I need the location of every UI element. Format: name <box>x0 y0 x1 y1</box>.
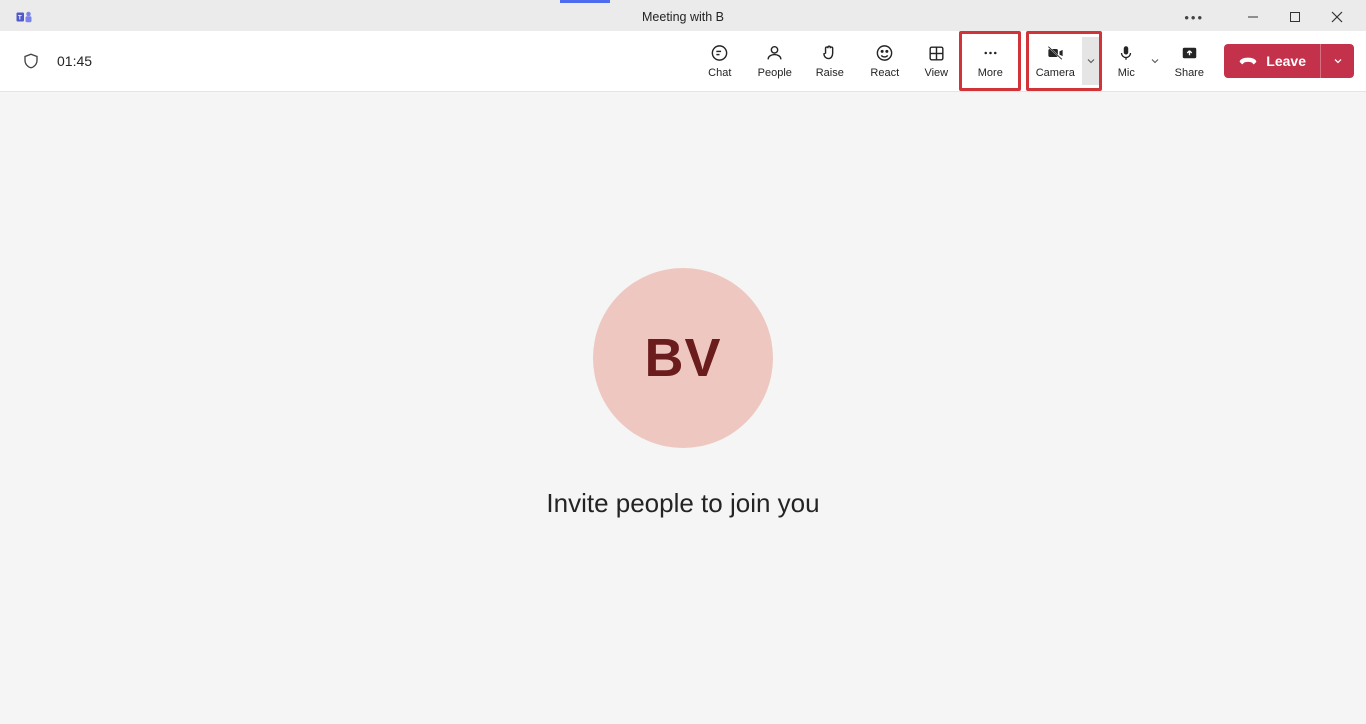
toolbar-left: 01:45 <box>22 52 92 70</box>
title-accent <box>560 0 610 3</box>
mic-label: Mic <box>1118 67 1135 79</box>
mic-options-chevron[interactable] <box>1146 37 1164 85</box>
view-label: View <box>924 67 948 79</box>
people-button[interactable]: People <box>747 37 802 85</box>
invite-text: Invite people to join you <box>546 488 819 519</box>
meeting-toolbar: 01:45 Chat People Raise React <box>0 31 1366 92</box>
avatar-initials: BV <box>644 327 721 389</box>
shield-icon[interactable] <box>22 52 40 70</box>
share-button[interactable]: Share <box>1164 37 1214 85</box>
more-window-icon[interactable]: ••• <box>1184 10 1204 25</box>
leave-group: Leave <box>1224 44 1354 78</box>
teams-logo-icon: T <box>14 7 34 27</box>
leave-label: Leave <box>1266 53 1306 69</box>
maximize-button[interactable] <box>1288 10 1302 24</box>
minimize-button[interactable] <box>1246 10 1260 24</box>
react-button[interactable]: React <box>857 37 912 85</box>
raise-label: Raise <box>816 67 844 79</box>
leave-options-chevron[interactable] <box>1320 44 1354 78</box>
title-bar: T Meeting with B ••• <box>0 0 1366 31</box>
raise-button[interactable]: Raise <box>802 37 857 85</box>
react-label: React <box>870 67 899 79</box>
share-icon <box>1180 44 1199 63</box>
meeting-timer: 01:45 <box>57 53 92 69</box>
camera-label: Camera <box>1036 67 1075 79</box>
leave-icon <box>1238 54 1258 68</box>
people-icon <box>765 44 784 63</box>
leave-button[interactable]: Leave <box>1224 44 1320 78</box>
people-label: People <box>758 67 792 79</box>
raise-hand-icon <box>820 44 839 63</box>
more-icon <box>981 44 1000 63</box>
camera-button[interactable]: Camera <box>1028 37 1082 85</box>
svg-text:T: T <box>18 15 22 21</box>
react-icon <box>875 44 894 63</box>
share-label: Share <box>1175 67 1204 79</box>
camera-options-chevron[interactable] <box>1082 37 1100 85</box>
mic-icon <box>1117 44 1136 63</box>
meeting-stage: BV Invite people to join you <box>0 92 1366 724</box>
view-icon <box>927 44 946 63</box>
more-button[interactable]: More <box>960 37 1020 85</box>
participant-avatar: BV <box>593 268 773 448</box>
view-button[interactable]: View <box>912 37 960 85</box>
window-title: Meeting with B <box>642 10 724 24</box>
chat-icon <box>710 44 729 63</box>
chat-button[interactable]: Chat <box>692 37 747 85</box>
mic-button[interactable]: Mic <box>1106 37 1146 85</box>
window-controls: ••• <box>1184 3 1366 31</box>
more-label: More <box>978 67 1003 79</box>
close-button[interactable] <box>1330 10 1344 24</box>
chat-label: Chat <box>708 67 731 79</box>
camera-off-icon <box>1046 44 1065 63</box>
toolbar-right: Chat People Raise React View <box>692 31 1354 91</box>
